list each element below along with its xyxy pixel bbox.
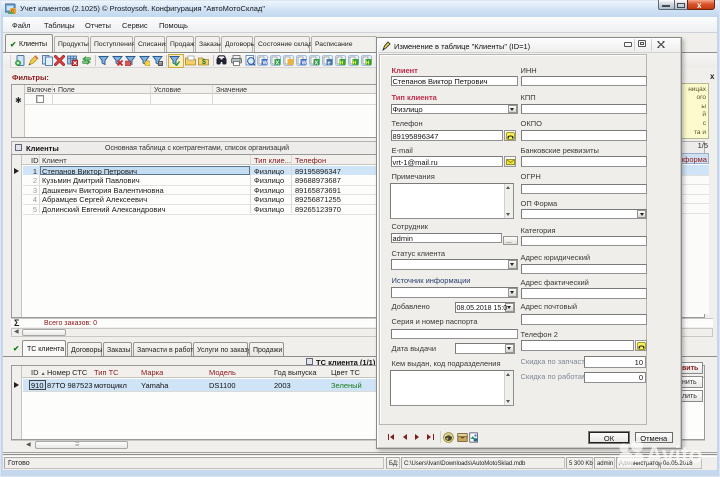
svg-text:X: X [315, 60, 319, 66]
svg-text:X: X [276, 60, 280, 66]
svg-text:W: W [302, 60, 308, 66]
svg-text:H: H [366, 60, 370, 66]
svg-text:H: H [353, 60, 357, 66]
svg-text:e: e [328, 60, 331, 66]
svg-text:H: H [340, 60, 344, 66]
svg-text:W: W [263, 60, 269, 66]
svg-text:$: $ [202, 59, 206, 66]
svg-text:c: c [11, 9, 15, 16]
svg-text:Avito: Avito [646, 442, 703, 468]
